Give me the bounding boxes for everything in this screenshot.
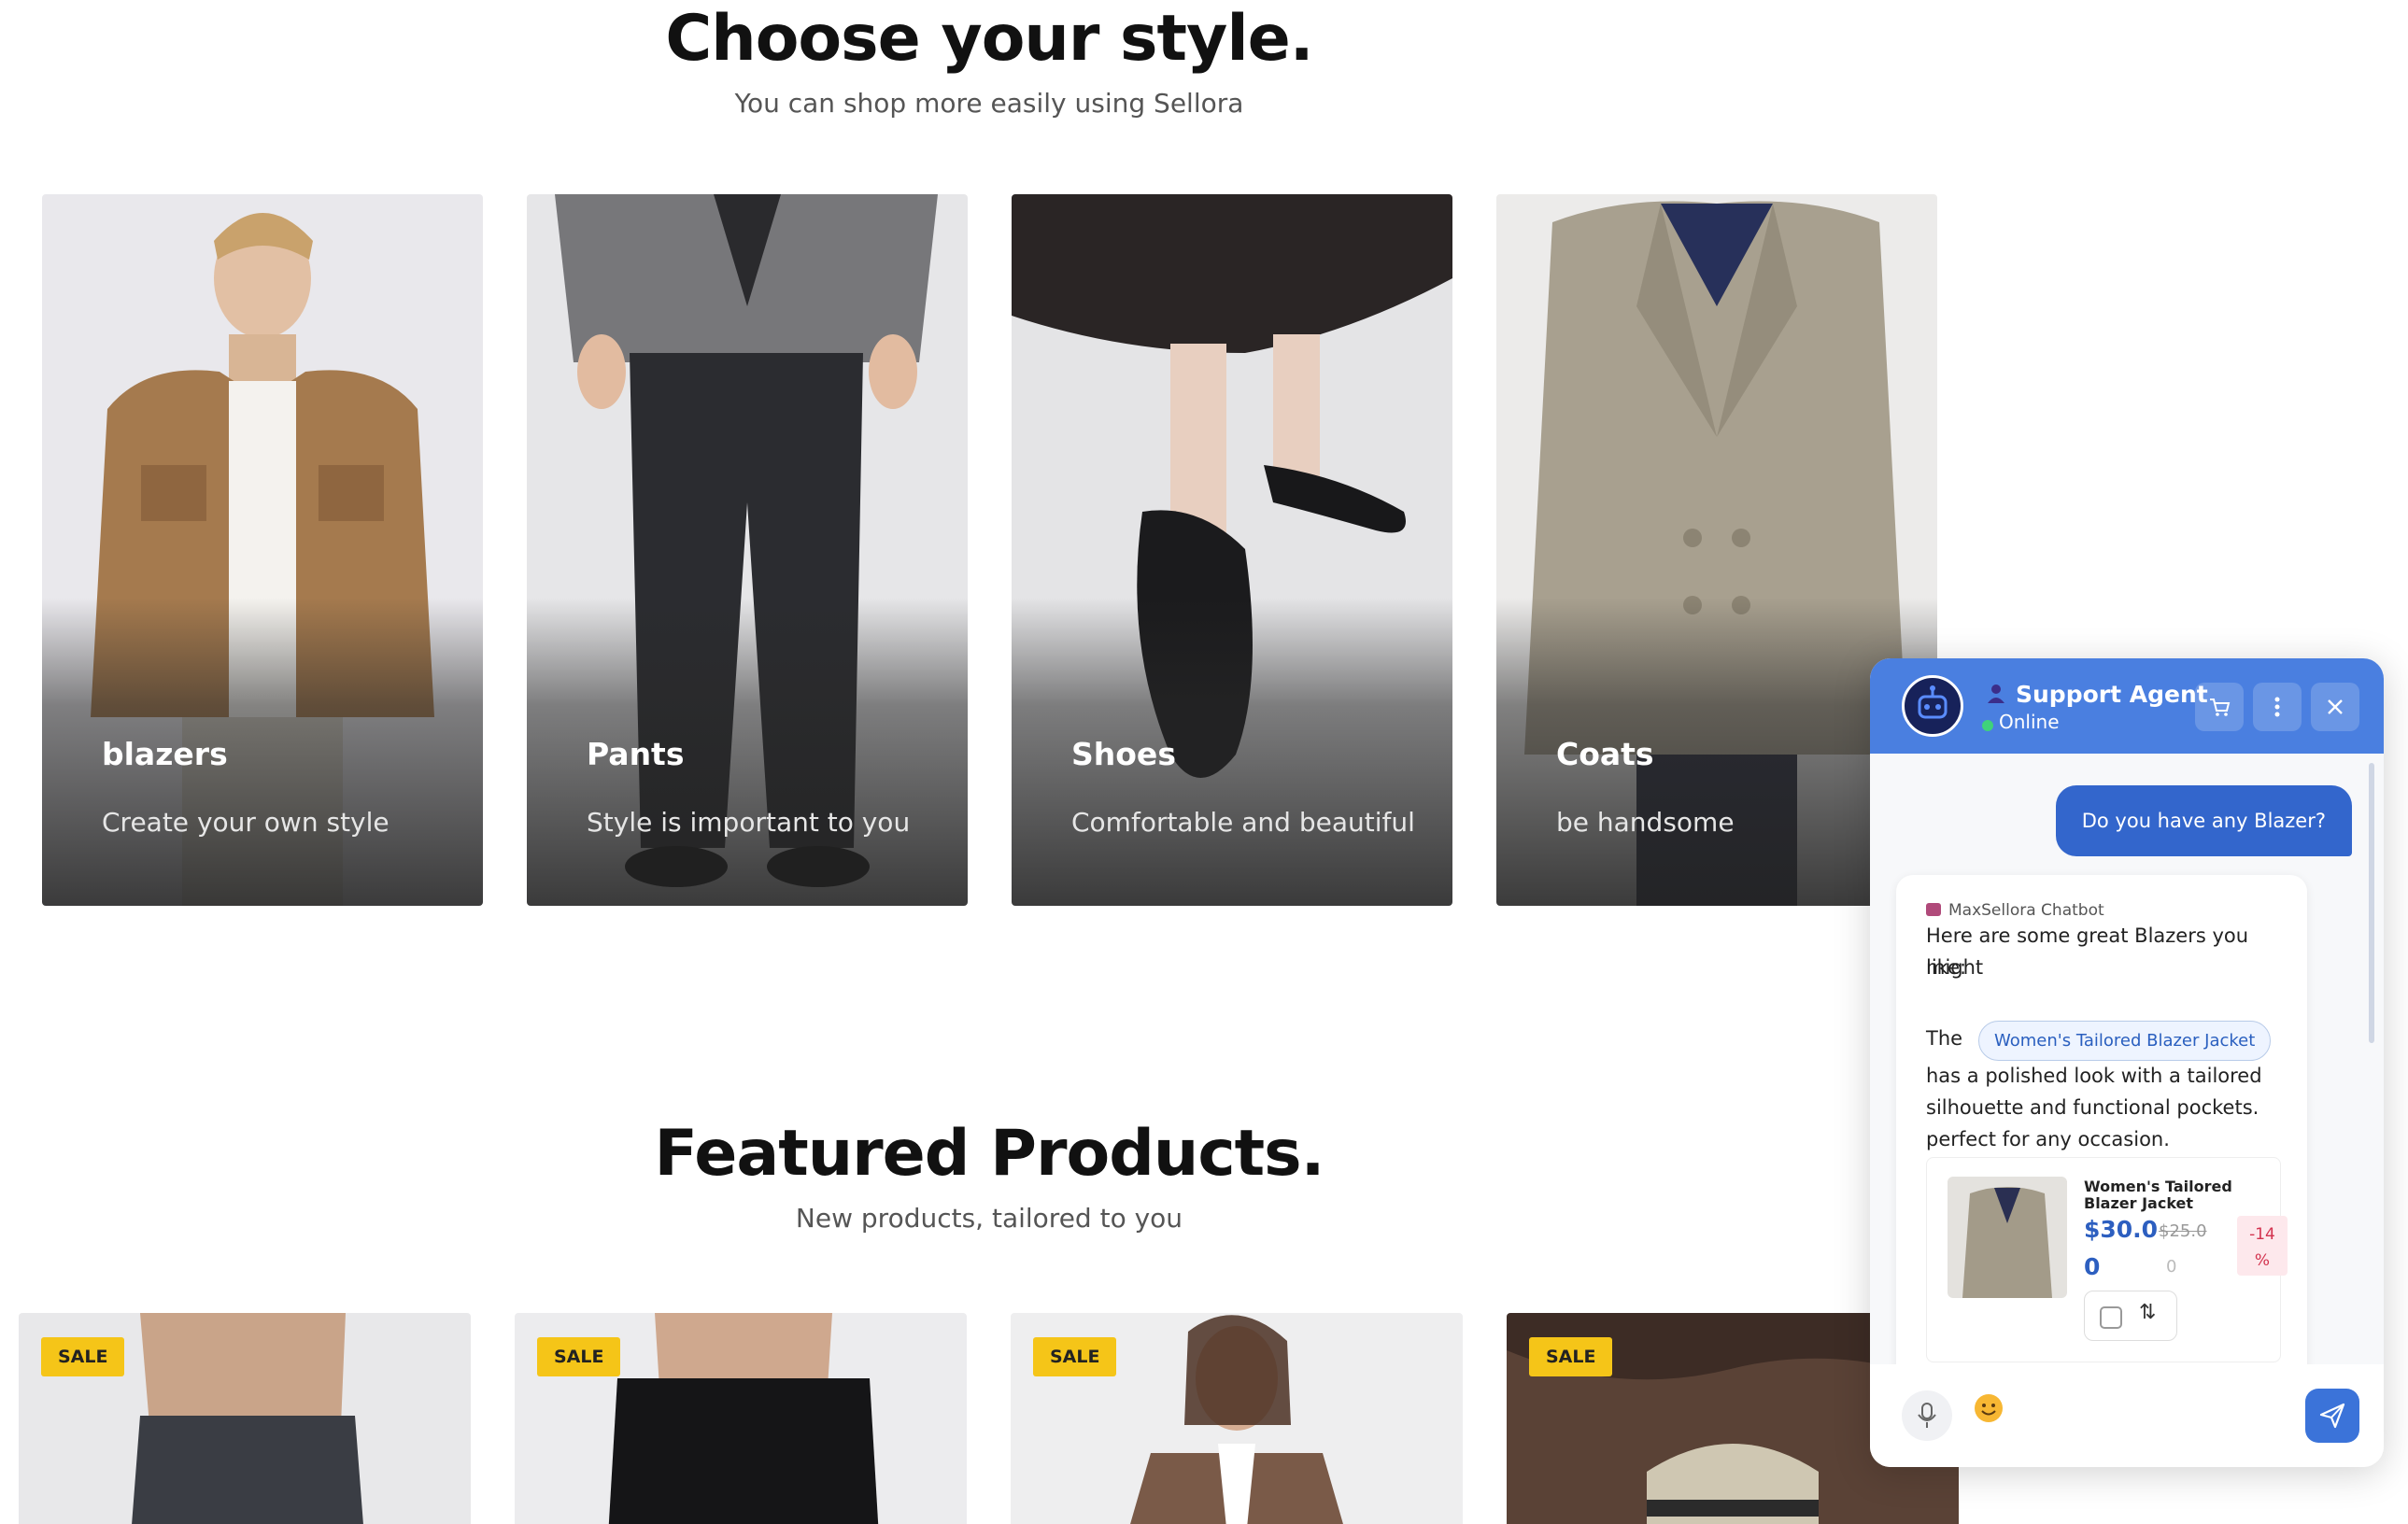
online-status-dot [1982,720,1993,731]
emoji-icon [1975,1394,2003,1422]
chat-input-bar [1870,1364,2384,1467]
discount-value: -14 [2249,1225,2275,1244]
category-card-shoes[interactable]: Shoes Comfortable and beautiful [1012,194,1452,906]
product-card[interactable]: SALE [1011,1313,1463,1524]
category-name-blazers: blazers [102,736,228,772]
bot-label: MaxSellora Chatbot [1948,901,2104,920]
sale-badge: SALE [537,1337,621,1376]
online-status: Online [1999,711,2060,733]
category-name-coats: Coats [1556,736,1654,772]
category-card-pants[interactable]: Pants Style is important to you [527,194,968,906]
product-card[interactable]: SALE [19,1313,471,1524]
product-card[interactable]: SALE [515,1313,967,1524]
styles-section-title: Choose your style. [665,2,1313,76]
agent-name: Support Agent [2016,681,2208,708]
cart-icon [2210,698,2231,716]
bot-message: MaxSellora Chatbot Here are some great B… [1896,875,2307,1364]
category-desc-blazers: Create your own style [102,807,390,838]
product-old-price: $25.0 [2159,1221,2207,1241]
chat-messages[interactable]: Do you have any Blazer? MaxSellora Chatb… [1870,754,2384,1364]
product-price-cont: 0 [2084,1253,2101,1280]
styles-section-subtitle: You can shop more easily using Sellora [734,88,1244,119]
bot-text-the: The [1926,1027,1963,1050]
user-message: Do you have any Blazer? [2055,785,2352,856]
product-old-price-cont: 0 [2166,1257,2177,1277]
emoji-button[interactable] [1973,1392,2004,1432]
close-chat-button[interactable] [2311,683,2359,731]
discount-badge: -14 % [2237,1216,2288,1276]
compare-toggle[interactable]: ⇅ [2084,1291,2177,1341]
product-price: $30.0 [2084,1216,2159,1243]
sort-arrows-icon: ⇅ [2139,1301,2157,1324]
microphone-icon [1918,1403,1936,1428]
send-icon [2319,1403,2345,1429]
product-link-chip[interactable]: Women's Tailored Blazer Jacket [1978,1021,2272,1061]
chat-scrollbar[interactable] [2369,763,2374,1043]
category-name-pants: Pants [587,736,685,772]
sale-badge: SALE [1529,1337,1613,1376]
product-name: Women's Tailored Blazer Jacket [2084,1178,2233,1212]
category-desc-shoes: Comfortable and beautiful [1071,807,1415,838]
featured-section-subtitle: New products, tailored to you [795,1203,1183,1234]
close-icon [2328,699,2343,714]
sale-badge: SALE [1033,1337,1117,1376]
category-desc-pants: Style is important to you [587,807,911,838]
bot-intro-line: like: [1926,956,1967,979]
product-name-line: Blazer Jacket [2084,1194,2194,1212]
category-card-blazers[interactable]: blazers Create your own style [42,194,483,906]
featured-section-title: Featured Products. [654,1117,1325,1191]
chatbot-icon [1926,903,1941,916]
chat-header: Support Agent Online [1870,658,2384,754]
category-desc-coats: be handsome [1556,807,1735,838]
microphone-button[interactable] [1902,1390,1952,1441]
bot-desc-line: perfect for any occasion. [1926,1128,2170,1150]
checkbox[interactable] [2100,1306,2122,1329]
robot-icon [1918,685,1948,719]
more-vertical-icon [2274,697,2280,717]
bot-desc-line: silhouette and functional pockets. [1926,1096,2259,1119]
send-button[interactable] [2305,1389,2359,1443]
product-name-line: Women's Tailored [2084,1178,2232,1195]
bot-desc-line: has a polished look with a tailored [1926,1065,2262,1087]
bot-avatar [1902,675,1963,737]
chat-widget: Support Agent Online Do you have any Bla… [1870,658,2384,1467]
user-icon [1986,683,2006,709]
discount-percent: % [2254,1251,2271,1270]
product-thumbnail [1948,1177,2067,1298]
more-options-button[interactable] [2253,683,2302,731]
sale-badge: SALE [41,1337,125,1376]
product-suggestion-card[interactable]: Women's Tailored Blazer Jacket $30.0 0 $… [1926,1157,2288,1362]
cart-button[interactable] [2195,683,2244,731]
category-name-shoes: Shoes [1071,736,1176,772]
